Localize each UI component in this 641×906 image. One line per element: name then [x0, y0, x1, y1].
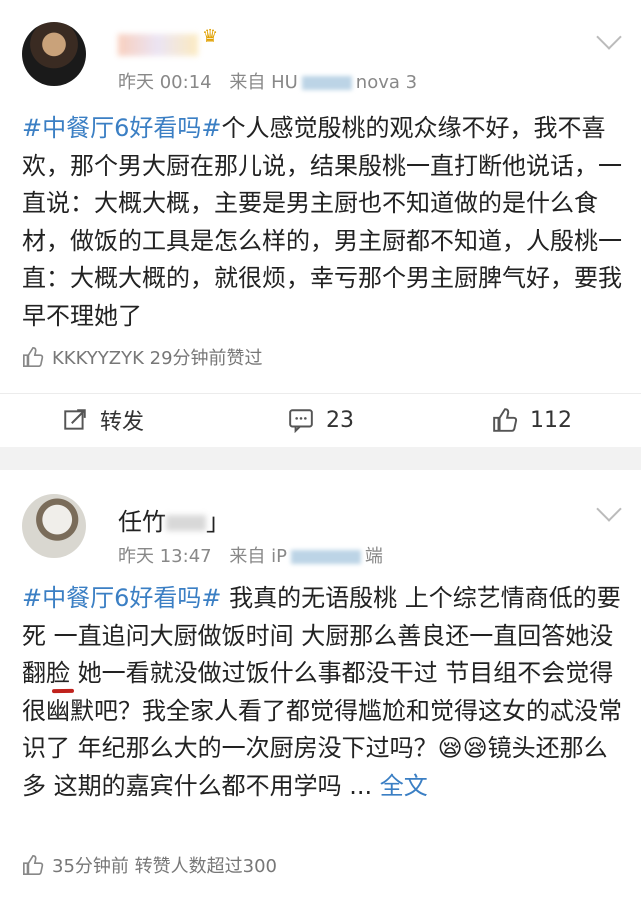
username-text: 任竹	[118, 508, 166, 536]
post-time: 昨天 13:47	[118, 546, 212, 567]
comment-button[interactable]: 23	[288, 395, 354, 445]
repost-stats-line: 35分钟前 转赞人数超过300	[22, 852, 277, 878]
comment-icon	[289, 409, 313, 433]
source-blurred	[301, 76, 352, 90]
full-text-link[interactable]: 全文	[380, 772, 428, 800]
post-source-suffix: 端	[364, 546, 383, 567]
liked-by-line: KKKYYZYK 29分钟前赞过	[22, 344, 263, 370]
username-blurred[interactable]	[118, 34, 198, 56]
post-time: 昨天 00:14	[118, 72, 212, 93]
thumb-up-icon	[22, 346, 44, 368]
chevron-down-icon[interactable]	[596, 24, 622, 50]
thumb-up-icon	[22, 854, 44, 876]
hashtag-link[interactable]: #中餐厅6好看吗#	[22, 584, 222, 612]
like-count: 112	[530, 407, 572, 433]
weibo-post-1: ♛ 昨天 00:14 来自 HU nova 3 #中餐厅6好看吗#个人感觉殷桃的观…	[0, 0, 641, 447]
divider	[0, 393, 641, 394]
repost-icon	[64, 409, 86, 430]
post-meta: 昨天 00:14 来自 HU nova 3	[118, 68, 417, 94]
user-avatar[interactable]	[22, 494, 86, 558]
repost-stats-text: 35分钟前 转赞人数超过300	[52, 856, 277, 877]
repost-label: 转发	[100, 410, 145, 435]
like-button[interactable]: 112	[492, 395, 572, 445]
post-source: 来自 HU	[229, 72, 298, 93]
post-meta: 昨天 13:47 来自 iP 端	[118, 542, 383, 568]
action-bar: 转发 23 112	[0, 395, 641, 445]
source-blurred	[290, 550, 361, 564]
post-body: #中餐厅6好看吗# 我真的无语殷桃 上个综艺情商低的要死 一直追问大厨做饭时间 …	[22, 580, 622, 805]
username-blurred	[166, 515, 206, 531]
hashtag-link[interactable]: #中餐厅6好看吗#	[22, 114, 222, 142]
user-avatar[interactable]	[22, 22, 86, 86]
post-text-2: 她一看就没做过饭什么事都没干过 节目组不会觉得很幽默吧？我全家人看了都觉得尴尬和…	[22, 659, 622, 800]
post-body: #中餐厅6好看吗#个人感觉殷桃的观众缘不好，我不喜欢，那个男大厨在那儿说，结果殷…	[22, 110, 622, 335]
comment-count: 23	[326, 407, 354, 433]
post-source: 来自 iP	[229, 546, 287, 567]
username-suffix: 」	[206, 508, 230, 536]
liked-by-text: KKKYYZYK 29分钟前赞过	[52, 348, 263, 369]
crown-icon: ♛	[202, 26, 219, 47]
username[interactable]: 任竹 」	[118, 502, 230, 537]
repost-button[interactable]: 转发	[62, 395, 144, 445]
thumb-up-icon	[493, 408, 518, 432]
post-text: 个人感觉殷桃的观众缘不好，我不喜欢，那个男大厨在那儿说，结果殷桃一直打断他说话，…	[22, 114, 622, 330]
weibo-post-2: 任竹 」 昨天 13:47 来自 iP 端 #中餐厅6好看吗# 我真的无语殷桃 上个…	[0, 470, 641, 906]
chevron-down-icon[interactable]	[596, 496, 622, 522]
post-source-suffix: nova 3	[355, 72, 418, 93]
